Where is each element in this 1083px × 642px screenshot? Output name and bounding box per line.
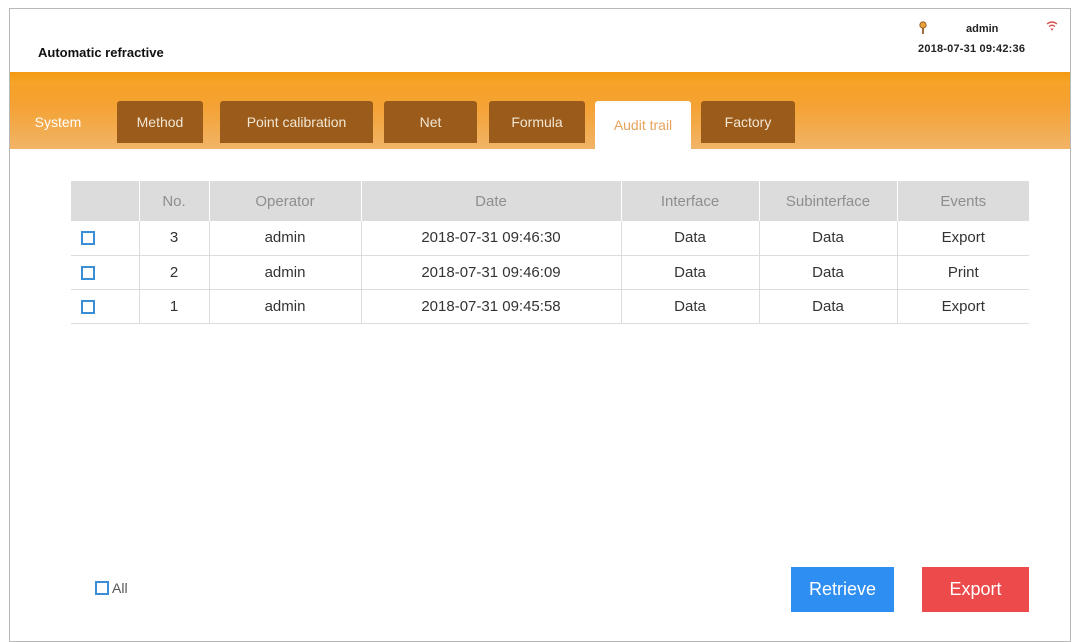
cell-interface: Data xyxy=(621,289,760,324)
audit-trail-panel: No. Operator Date Interface Subinterface… xyxy=(27,149,1053,640)
cell-date: 2018-07-31 09:46:30 xyxy=(361,221,622,256)
row-checkbox[interactable] xyxy=(81,231,95,246)
tab-net[interactable]: Net xyxy=(384,101,477,143)
datetime: 2018-07-31 09:42:36 xyxy=(918,43,1026,55)
header-interface: Interface xyxy=(621,181,760,221)
user-pin-icon xyxy=(919,21,927,34)
header-subinterface: Subinterface xyxy=(759,181,898,221)
wifi-icon xyxy=(1046,21,1058,31)
app-title: Automatic refractive xyxy=(38,45,164,60)
table-row[interactable]: 1 admin 2018-07-31 09:45:58 Data Data Ex… xyxy=(71,289,1029,324)
row-checkbox[interactable] xyxy=(81,299,95,314)
cell-subinterface: Data xyxy=(759,289,898,324)
tab-factory[interactable]: Factory xyxy=(701,101,795,143)
cell-no: 2 xyxy=(139,255,210,290)
row-checkbox-cell[interactable] xyxy=(71,221,140,256)
cell-event: Export xyxy=(897,221,1029,256)
table-header-row: No. Operator Date Interface Subinterface… xyxy=(71,181,1029,221)
header-operator: Operator xyxy=(209,181,362,221)
cell-operator: admin xyxy=(209,289,362,324)
table-row[interactable]: 3 admin 2018-07-31 09:46:30 Data Data Ex… xyxy=(71,221,1029,256)
header-events: Events xyxy=(897,181,1029,221)
cell-date: 2018-07-31 09:46:09 xyxy=(361,255,622,290)
header: Automatic refractive admin 2018-07-31 09… xyxy=(10,9,1070,72)
select-all-checkbox[interactable] xyxy=(95,581,109,595)
tab-system[interactable]: System xyxy=(10,101,106,143)
retrieve-button[interactable]: Retrieve xyxy=(791,567,894,612)
header-no: No. xyxy=(139,181,210,221)
cell-interface: Data xyxy=(621,255,760,290)
cell-subinterface: Data xyxy=(759,255,898,290)
tab-audit-trail[interactable]: Audit trail xyxy=(595,101,691,149)
table-row[interactable]: 2 admin 2018-07-31 09:46:09 Data Data Pr… xyxy=(71,255,1029,290)
tab-point-calibration[interactable]: Point calibration xyxy=(220,101,373,143)
cell-subinterface: Data xyxy=(759,221,898,256)
cell-event: Print xyxy=(897,255,1029,290)
cell-date: 2018-07-31 09:45:58 xyxy=(361,289,622,324)
cell-no: 1 xyxy=(139,289,210,324)
tab-formula[interactable]: Formula xyxy=(489,101,585,143)
cell-interface: Data xyxy=(621,221,760,256)
header-select xyxy=(71,181,140,221)
row-checkbox[interactable] xyxy=(81,265,95,280)
app-window: Automatic refractive admin 2018-07-31 09… xyxy=(9,8,1071,642)
tab-method[interactable]: Method xyxy=(117,101,203,143)
row-checkbox-cell[interactable] xyxy=(71,289,140,324)
select-all[interactable]: All xyxy=(95,580,128,596)
user-name: admin xyxy=(966,23,999,35)
cell-operator: admin xyxy=(209,255,362,290)
export-button[interactable]: Export xyxy=(922,567,1029,612)
header-date: Date xyxy=(361,181,622,221)
user-status: admin 2018-07-31 09:42:36 xyxy=(912,17,1062,65)
cell-operator: admin xyxy=(209,221,362,256)
audit-table: No. Operator Date Interface Subinterface… xyxy=(71,181,1029,324)
row-checkbox-cell[interactable] xyxy=(71,255,140,290)
cell-no: 3 xyxy=(139,221,210,256)
cell-event: Export xyxy=(897,289,1029,324)
tab-bar: System Method Point calibration Net Form… xyxy=(10,72,1070,149)
select-all-label: All xyxy=(112,580,128,596)
